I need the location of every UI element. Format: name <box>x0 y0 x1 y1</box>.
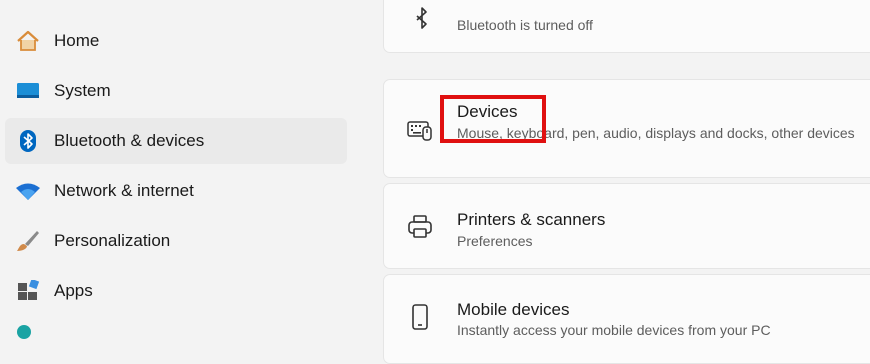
mobile-devices-title: Mobile devices <box>457 300 570 319</box>
sidebar-item-network-internet[interactable]: Network & internet <box>5 168 347 214</box>
sidebar-item-bluetooth-devices[interactable]: Bluetooth & devices <box>5 118 347 164</box>
sidebar-item-label: Home <box>54 31 100 50</box>
highlight-box <box>440 95 546 143</box>
sidebar-item-label: System <box>54 81 111 100</box>
wifi-icon <box>15 180 41 202</box>
printer-icon <box>406 213 434 241</box>
bluetooth-status-text: Bluetooth is turned off <box>457 17 593 33</box>
mobile-devices-card[interactable]: Mobile devices Instantly access your mob… <box>383 274 870 364</box>
sidebar-item-label: Network & internet <box>54 181 194 200</box>
bluetooth-icon <box>15 130 41 152</box>
bluetooth-off-icon <box>409 5 437 33</box>
sidebar-item-label: Bluetooth & devices <box>54 131 205 150</box>
sidebar-item-system[interactable]: System <box>5 68 347 114</box>
home-icon <box>15 30 41 52</box>
sidebar-item-apps[interactable]: Apps <box>5 268 347 314</box>
printers-scanners-card[interactable]: Printers & scanners Preferences <box>383 183 870 269</box>
keyboard-mouse-icon <box>406 116 434 144</box>
bluetooth-toggle-card[interactable]: Bluetooth is turned off <box>383 0 870 53</box>
sidebar-item-home[interactable]: Home <box>5 18 347 64</box>
apps-icon <box>15 280 41 302</box>
mobile-devices-subtitle: Instantly access your mobile devices fro… <box>457 322 771 338</box>
brush-icon <box>15 230 41 252</box>
sidebar-item-label: Personalization <box>54 231 171 250</box>
sidebar: Home System Bluetooth & devices Network … <box>0 0 358 339</box>
printers-scanners-title: Printers & scanners <box>457 210 606 229</box>
sidebar-item-personalization[interactable]: Personalization <box>5 218 347 264</box>
sidebar-item-partial-icon <box>17 325 31 339</box>
phone-icon <box>406 303 434 331</box>
printers-scanners-subtitle: Preferences <box>457 233 533 249</box>
sidebar-item-label: Apps <box>54 281 93 300</box>
system-icon <box>15 80 41 102</box>
